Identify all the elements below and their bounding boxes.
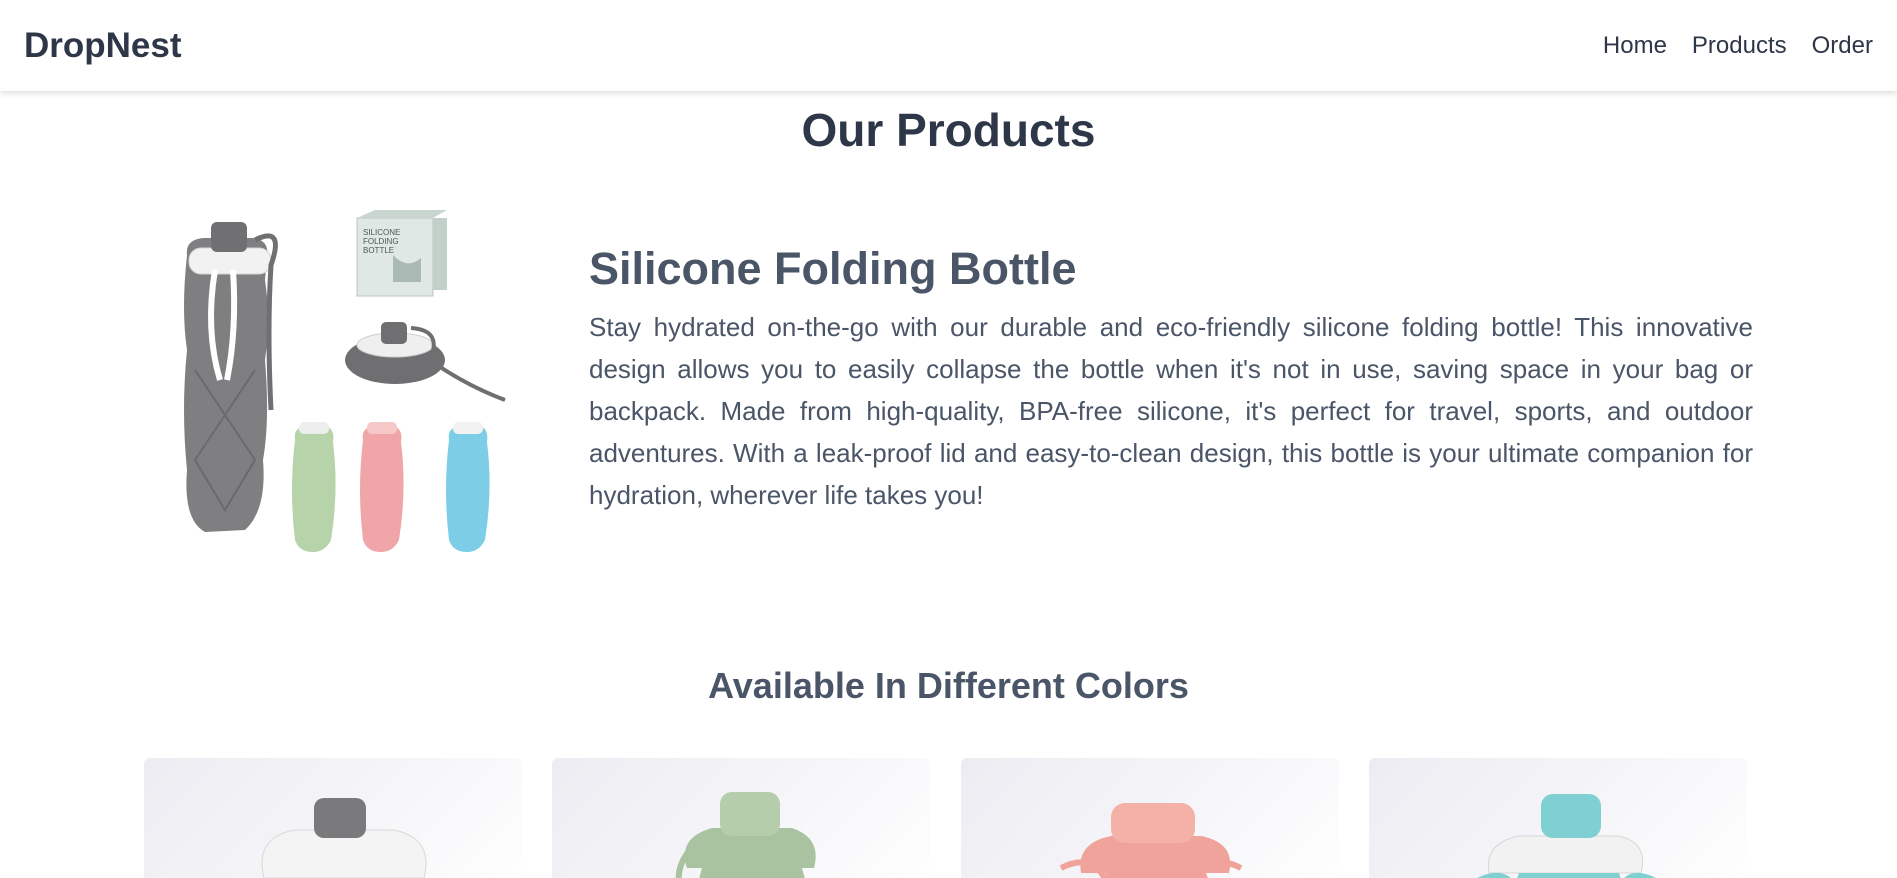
- color-card-gray[interactable]: [144, 758, 522, 878]
- nav-link-order[interactable]: Order: [1812, 32, 1873, 60]
- product-image: SILICONE FOLDING BOTTLE: [175, 210, 507, 555]
- nav-link-home[interactable]: Home: [1603, 32, 1667, 60]
- nav-link-products[interactable]: Products: [1692, 32, 1787, 60]
- box-text-1: SILICONE: [363, 228, 400, 237]
- navbar: DropNest Home Products Order: [0, 0, 1897, 91]
- box-text-3: BOTTLE: [363, 246, 394, 255]
- color-variant-cards: [144, 758, 1747, 878]
- colors-section-title: Available In Different Colors: [708, 665, 1189, 706]
- color-card-pink[interactable]: [961, 758, 1339, 878]
- color-card-blue[interactable]: [1369, 758, 1747, 878]
- product-description: Stay hydrated on-the-go with our durable…: [589, 312, 1753, 510]
- product-name: Silicone Folding Bottle: [589, 243, 1077, 294]
- nav-links: Home Products Order: [1603, 32, 1873, 60]
- color-card-green[interactable]: [552, 758, 930, 878]
- page-title: Our Products: [801, 104, 1096, 156]
- brand-logo[interactable]: DropNest: [24, 26, 182, 66]
- box-text-2: FOLDING: [363, 237, 399, 246]
